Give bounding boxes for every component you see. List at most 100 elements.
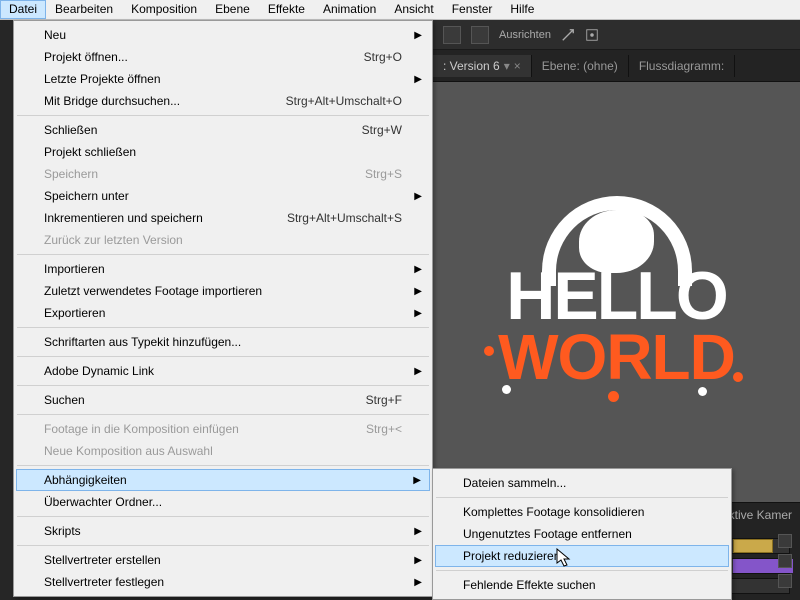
menu-item[interactable]: SchließenStrg+W (16, 119, 430, 141)
menubar-item-ansicht[interactable]: Ansicht (385, 0, 442, 19)
canvas-logo: HELLO WORLD (498, 196, 735, 388)
tab-layer[interactable]: Ebene: (ohne) (532, 55, 629, 77)
menu-item-label: Inkrementieren und speichern (44, 211, 287, 225)
menu-separator (17, 516, 429, 517)
menu-item[interactable]: Exportieren ▶ (16, 302, 430, 324)
menu-item[interactable]: Neu ▶ (16, 24, 430, 46)
canvas-text-world: WORLD (498, 327, 735, 388)
menu-item-label: Suchen (44, 393, 366, 407)
menu-shortcut: Strg+F (366, 393, 402, 407)
menubar-item-datei[interactable]: Datei (0, 0, 46, 19)
menu-item-label: Neue Komposition aus Auswahl (44, 444, 402, 458)
submenu-item-label: Projekt reduzieren (463, 549, 701, 563)
menu-item-label: Abhängigkeiten (44, 473, 402, 487)
menubar-item-bearbeiten[interactable]: Bearbeiten (46, 0, 122, 19)
menubar-item-fenster[interactable]: Fenster (443, 0, 502, 19)
menu-item: Footage in die Komposition einfügenStrg+… (16, 418, 430, 440)
tool-button[interactable] (443, 26, 461, 44)
submenu-item-label: Ungenutztes Footage entfernen (463, 527, 701, 541)
submenu-arrow-icon: ▶ (414, 30, 422, 41)
align-label: Ausrichten (499, 29, 551, 41)
submenu-arrow-icon: ▶ (414, 555, 422, 566)
menubar-item-komposition[interactable]: Komposition (122, 0, 206, 19)
menu-item-label: Neu (44, 28, 402, 42)
timeline-button[interactable] (778, 534, 792, 548)
menubar-item-animation[interactable]: Animation (314, 0, 385, 19)
menu-separator (17, 254, 429, 255)
submenu-item[interactable]: Ungenutztes Footage entfernen (435, 523, 729, 545)
menu-item[interactable]: Skripts ▶ (16, 520, 430, 542)
target-icon[interactable] (585, 28, 599, 42)
menubar-item-hilfe[interactable]: Hilfe (501, 0, 543, 19)
menu-separator (17, 115, 429, 116)
submenu-arrow-icon: ▶ (413, 475, 421, 486)
globe-icon (542, 196, 692, 286)
menu-item[interactable]: Speichern unter ▶ (16, 185, 430, 207)
menu-item[interactable]: Adobe Dynamic Link ▶ (16, 360, 430, 382)
menu-shortcut: Strg+< (366, 422, 402, 436)
menubar: DateiBearbeitenKompositionEbeneEffekteAn… (0, 0, 800, 20)
menu-item[interactable]: Projekt öffnen...Strg+O (16, 46, 430, 68)
menu-item-label: Stellvertreter erstellen (44, 553, 402, 567)
submenu-arrow-icon: ▶ (414, 264, 422, 275)
menu-separator (17, 385, 429, 386)
tab-composition[interactable]: : Version 6▾× (433, 55, 532, 77)
menu-item-label: Zurück zur letzten Version (44, 233, 402, 247)
menu-item[interactable]: Projekt schließen (16, 141, 430, 163)
menu-separator (436, 570, 728, 571)
submenu-arrow-icon: ▶ (414, 308, 422, 319)
menu-item-label: Schließen (44, 123, 362, 137)
menu-shortcut: Strg+O (364, 50, 402, 64)
menu-shortcut: Strg+W (362, 123, 402, 137)
menu-item[interactable]: Letzte Projekte öffnen▶ (16, 68, 430, 90)
menu-item[interactable]: Stellvertreter erstellen ▶ (16, 549, 430, 571)
menu-item[interactable]: Abhängigkeiten ▶ (16, 469, 430, 491)
submenu-arrow-icon: ▶ (414, 366, 422, 377)
submenu-item-label: Komplettes Footage konsolidieren (463, 505, 701, 519)
menu-item-label: Exportieren (44, 306, 402, 320)
menu-separator (17, 465, 429, 466)
menu-separator (17, 327, 429, 328)
submenu-arrow-icon: ▶ (414, 191, 422, 202)
tab-flowchart[interactable]: Flussdiagramm: (629, 55, 735, 77)
menu-item[interactable]: Inkrementieren und speichernStrg+Alt+Ums… (16, 207, 430, 229)
tool-button[interactable] (471, 26, 489, 44)
menu-item[interactable]: Stellvertreter festlegen▶ (16, 571, 430, 593)
menubar-item-ebene[interactable]: Ebene (206, 0, 259, 19)
submenu-item[interactable]: Projekt reduzieren (435, 545, 729, 567)
timeline-button[interactable] (778, 574, 792, 588)
menu-item[interactable]: Zuletzt verwendetes Footage importieren▶ (16, 280, 430, 302)
dependencies-submenu: Dateien sammeln... Komplettes Footage kon… (432, 468, 732, 600)
menu-item-label: Projekt öffnen... (44, 50, 364, 64)
submenu-arrow-icon: ▶ (414, 526, 422, 537)
menu-item-label: Speichern unter (44, 189, 402, 203)
composition-viewer[interactable]: HELLO WORLD (433, 82, 800, 502)
menu-item-label: Adobe Dynamic Link (44, 364, 402, 378)
panel-tabs: : Version 6▾× Ebene: (ohne) Flussdiagram… (433, 50, 800, 82)
menu-shortcut: Strg+S (365, 167, 402, 181)
menu-item-label: Überwachter Ordner... (44, 495, 402, 509)
submenu-item[interactable]: Dateien sammeln... (435, 472, 729, 494)
menu-item-label: Footage in die Komposition einfügen (44, 422, 366, 436)
menu-item[interactable]: Importieren ▶ (16, 258, 430, 280)
snap-icon[interactable] (561, 28, 575, 42)
menu-item[interactable]: Überwachter Ordner... (16, 491, 430, 513)
timeline-button[interactable] (778, 554, 792, 568)
menu-separator (17, 545, 429, 546)
menu-item-label: Schriftarten aus Typekit hinzufügen... (44, 335, 402, 349)
timeline-clip[interactable] (733, 539, 773, 553)
menu-item-label: Speichern (44, 167, 365, 181)
menu-item[interactable]: Mit Bridge durchsuchen...Strg+Alt+Umscha… (16, 90, 430, 112)
menu-item-label: Skripts (44, 524, 402, 538)
menu-item[interactable]: Schriftarten aus Typekit hinzufügen... (16, 331, 430, 353)
submenu-item[interactable]: Komplettes Footage konsolidieren (435, 501, 729, 523)
menu-item[interactable]: SuchenStrg+F (16, 389, 430, 411)
submenu-arrow-icon: ▶ (414, 577, 422, 588)
submenu-item[interactable]: Fehlende Effekte suchen (435, 574, 729, 596)
close-icon[interactable]: × (514, 59, 521, 73)
chevron-down-icon[interactable]: ▾ (504, 59, 510, 73)
menu-item: Neue Komposition aus Auswahl (16, 440, 430, 462)
menu-item-label: Importieren (44, 262, 402, 276)
menu-shortcut: Strg+Alt+Umschalt+O (286, 94, 402, 108)
menubar-item-effekte[interactable]: Effekte (259, 0, 314, 19)
